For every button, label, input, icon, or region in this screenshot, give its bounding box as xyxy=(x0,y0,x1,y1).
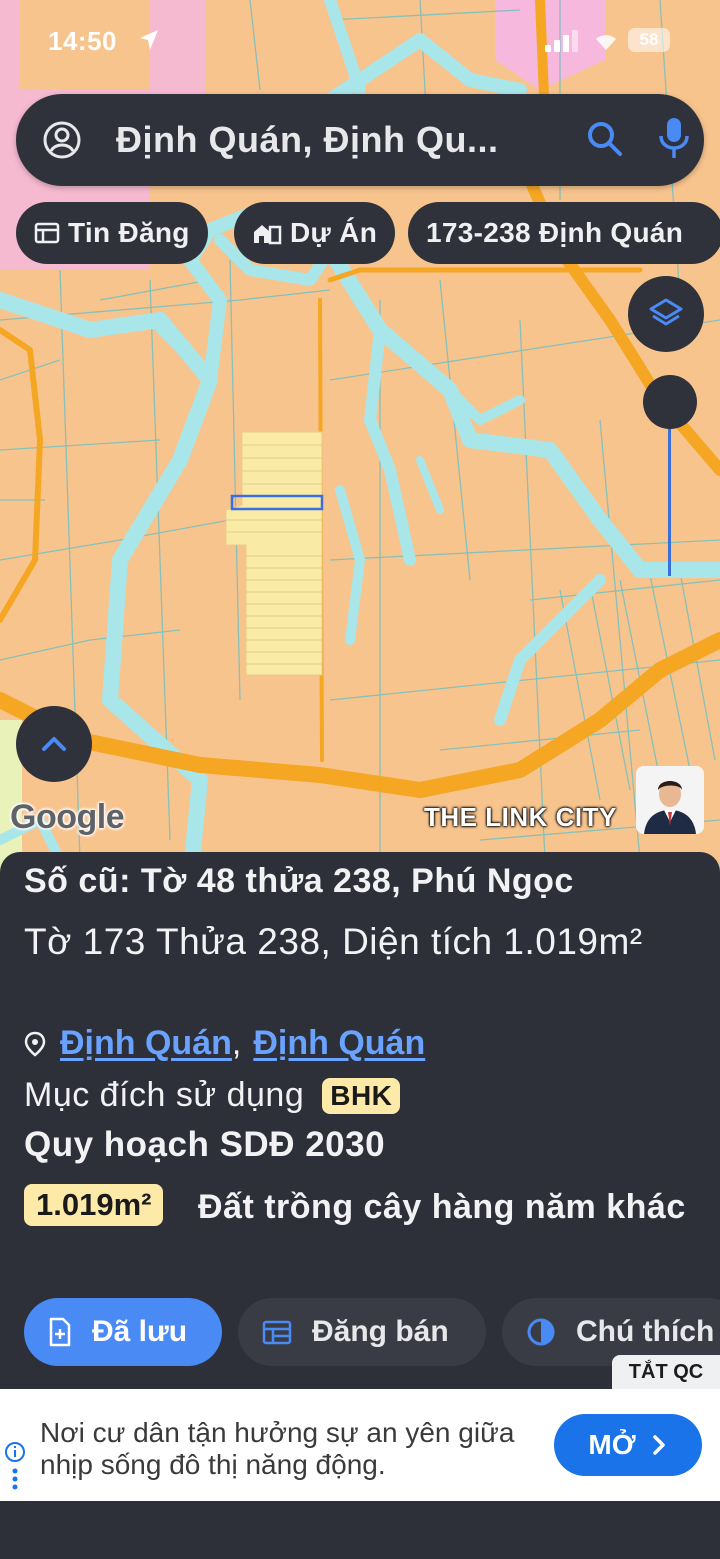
ad-banner[interactable]: Nơi cư dân tận hưởng sự an yên giữa nhịp… xyxy=(0,1389,720,1501)
town-link[interactable]: Định Quán xyxy=(253,1024,425,1063)
microphone-icon[interactable] xyxy=(658,116,690,160)
parcel-lot-info: Tờ 173 Thửa 238, Diện tích 1.019m² xyxy=(24,921,643,962)
saved-button[interactable]: Đã lưu xyxy=(24,1298,222,1366)
ad-open-button[interactable]: MỞ xyxy=(554,1414,702,1476)
saved-button-label: Đã lưu xyxy=(92,1315,188,1348)
usage-code-badge: BHK xyxy=(322,1077,401,1114)
listing-icon xyxy=(34,222,60,244)
plan-description: Đất trồng cây hàng năm khác xyxy=(198,1188,686,1226)
chip-du-an[interactable]: Dự Án xyxy=(234,202,396,264)
post-sale-button[interactable]: Đăng bán xyxy=(238,1298,486,1366)
address-separator: , xyxy=(231,1024,242,1062)
legend-icon xyxy=(527,1318,555,1346)
search-input[interactable]: Định Quán, Định Qu... xyxy=(116,119,566,161)
account-icon[interactable] xyxy=(42,120,82,160)
chip-parcel[interactable]: 173-238 Định Quán xyxy=(408,202,720,264)
opacity-slider-knob[interactable] xyxy=(643,375,697,429)
usage-label: Mục đích sử dụng xyxy=(24,1076,305,1114)
building-icon xyxy=(254,225,282,245)
ad-open-label: MỞ xyxy=(588,1429,636,1460)
status-time: 14:50 xyxy=(48,26,117,56)
filter-chips: Tin Đăng Dự Án 173-238 Định Quán xyxy=(16,202,720,264)
chip-label: 173-238 Định Quán xyxy=(426,217,684,248)
old-parcel-number: Số cũ: Tờ 48 thửa 238, Phú Ngọc xyxy=(24,862,574,900)
chip-label: Dự Án xyxy=(290,217,378,248)
battery-indicator: 58 xyxy=(628,28,670,52)
chevron-up-icon xyxy=(42,737,66,751)
location-pin-icon xyxy=(24,1031,46,1057)
chip-tin-dang[interactable]: Tin Đăng xyxy=(16,202,208,264)
wifi-icon xyxy=(596,35,616,50)
expand-up-button[interactable] xyxy=(16,706,92,782)
layers-icon xyxy=(649,298,683,326)
saved-doc-icon xyxy=(49,1317,71,1347)
layers-button[interactable] xyxy=(628,276,704,352)
post-sale-icon xyxy=(262,1320,292,1345)
search-icon[interactable] xyxy=(586,120,624,158)
ad-text: Nơi cư dân tận hưởng sự an yên giữa nhịp… xyxy=(40,1417,515,1480)
chip-label: Tin Đăng xyxy=(68,217,190,248)
parcel-address: Định Quán , Định Quán xyxy=(24,1024,425,1063)
plan-area-badge: 1.019m² xyxy=(24,1184,164,1226)
legend-button-label: Chú thích xyxy=(576,1315,715,1348)
usage-row: Mục đích sử dụng BHK xyxy=(24,1076,401,1115)
bottom-safe-area xyxy=(0,1501,720,1559)
ad-info-icon[interactable] xyxy=(4,1441,26,1493)
post-sale-button-label: Đăng bán xyxy=(312,1315,449,1348)
location-arrow-icon xyxy=(140,30,158,50)
agent-photo xyxy=(636,766,704,834)
hide-ad-button[interactable]: TẮT QC xyxy=(612,1355,720,1389)
search-bar[interactable]: Định Quán, Định Qu... xyxy=(16,94,704,186)
chevron-right-icon xyxy=(652,1435,665,1455)
plan-title: Quy hoạch SDĐ 2030 xyxy=(24,1125,386,1164)
agent-avatar[interactable] xyxy=(636,766,704,834)
google-logo: Google xyxy=(10,798,125,836)
signal-icon xyxy=(545,30,578,52)
district-link[interactable]: Định Quán xyxy=(60,1024,232,1063)
map-view[interactable]: 14:50 58 Định Quán, Định Qu... Tin Đăng … xyxy=(0,0,720,880)
status-bar: 14:50 58 xyxy=(0,22,720,62)
brand-watermark: THE LINK CITY xyxy=(424,802,617,832)
